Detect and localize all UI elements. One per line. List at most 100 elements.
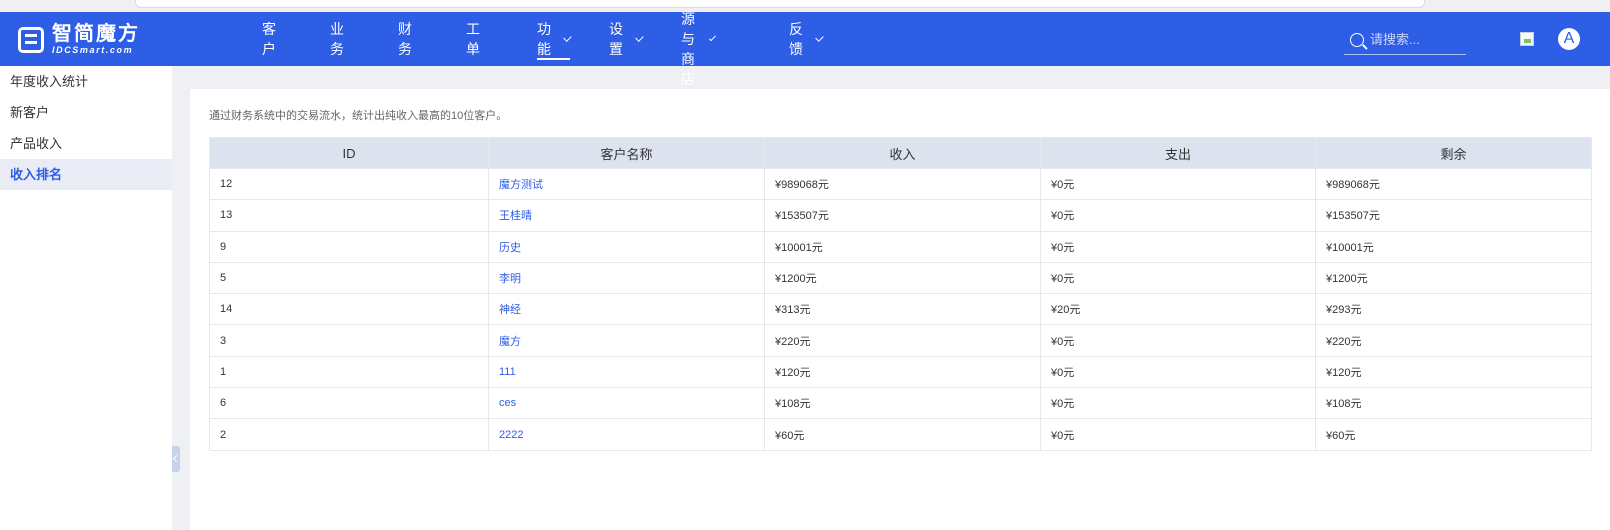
customer-link[interactable]: 2222 [499, 429, 523, 441]
cell-expense: ¥0元 [1040, 230, 1316, 263]
address-bar [135, 0, 1425, 8]
cell-income: ¥989068元 [764, 167, 1041, 201]
cell-id: 12 [209, 167, 489, 201]
nav-item-label: 功能 [537, 21, 551, 57]
sidebar-collapse-toggle[interactable] [172, 446, 180, 472]
customer-link[interactable]: 历史 [499, 242, 521, 254]
table-row: 5 李明 ¥1200元 ¥0元 ¥1200元 [209, 261, 1592, 295]
nav-item-label: 工单 [466, 21, 480, 57]
cell-remain: ¥220元 [1315, 324, 1592, 357]
table-row: 6 ces ¥108元 ¥0元 ¥108元 [209, 387, 1592, 420]
cell-name: ces [488, 387, 765, 420]
cell-income: ¥1200元 [764, 261, 1041, 295]
nav-item-3[interactable]: 工单 [466, 12, 480, 66]
cell-income: ¥120元 [764, 355, 1041, 389]
sidebar: 年度收入统计 新客户 产品收入 收入排名 [0, 66, 172, 530]
cell-expense: ¥0元 [1040, 387, 1316, 420]
cell-name: 魔方测试 [488, 167, 765, 201]
cell-id: 5 [209, 261, 489, 295]
cell-id: 9 [209, 230, 489, 263]
column-header: ID [209, 137, 489, 169]
cell-expense: ¥0元 [1040, 324, 1316, 357]
table-row: 9 历史 ¥10001元 ¥0元 ¥10001元 [209, 230, 1592, 263]
nav-item-1[interactable]: 业务 [330, 12, 344, 66]
customer-link[interactable]: 李明 [499, 273, 521, 285]
chevron-down-icon [563, 32, 572, 42]
nav-item-2[interactable]: 财务 [398, 12, 412, 66]
table-row: 3 魔方 ¥220元 ¥0元 ¥220元 [209, 324, 1592, 357]
cell-remain: ¥153507元 [1315, 199, 1592, 232]
logo[interactable]: 智简魔方 IDCSmart.com [18, 24, 140, 55]
search-icon[interactable] [1350, 32, 1364, 47]
cell-remain: ¥10001元 [1315, 230, 1592, 263]
cell-income: ¥108元 [764, 387, 1041, 420]
page-description: 通过财务系统中的交易流水，统计出纯收入最高的10位客户。 [209, 110, 508, 122]
cell-id: 6 [209, 387, 489, 420]
cell-income: ¥10001元 [764, 230, 1041, 263]
nav-item-4[interactable]: 功能 [537, 12, 572, 66]
cell-id: 14 [209, 293, 489, 326]
nav-item-7[interactable]: 反馈 [789, 12, 824, 66]
table-row: 2 2222 ¥60元 ¥0元 ¥60元 [209, 418, 1592, 451]
column-header: 剩余 [1315, 137, 1592, 169]
logo-title: 智简魔方 [52, 23, 140, 45]
cell-expense: ¥0元 [1040, 261, 1316, 295]
column-header: 支出 [1040, 137, 1316, 169]
cell-id: 13 [209, 199, 489, 232]
broken-image-icon[interactable] [1520, 32, 1534, 46]
cell-name: 2222 [488, 418, 765, 451]
nav-item-0[interactable]: 客户 [262, 12, 276, 66]
cell-name: 111 [488, 355, 765, 389]
top-header: 智简魔方 IDCSmart.com 客户 业务 财务 工单 功能 设置 资源与商店 反馈 A [0, 0, 1610, 87]
cell-name: 历史 [488, 230, 765, 263]
cell-name: 神经 [488, 293, 765, 326]
cell-remain: ¥108元 [1315, 387, 1592, 420]
table-header-row: ID 客户名称 收入 支出 剩余 [209, 137, 1592, 169]
sidebar-item-0[interactable]: 年度收入统计 [0, 66, 172, 97]
chevron-down-icon [709, 33, 717, 41]
cell-name: 李明 [488, 261, 765, 295]
cell-income: ¥60元 [764, 418, 1041, 451]
nav-item-label: 业务 [330, 21, 344, 57]
cell-income: ¥313元 [764, 293, 1041, 326]
nav-item-label: 客户 [262, 21, 276, 57]
cell-expense: ¥0元 [1040, 355, 1316, 389]
cell-income: ¥220元 [764, 324, 1041, 357]
column-header: 收入 [764, 137, 1041, 169]
sidebar-item-1[interactable]: 新客户 [0, 97, 172, 128]
avatar[interactable]: A [1558, 28, 1580, 50]
cell-remain: ¥120元 [1315, 355, 1592, 389]
cell-id: 3 [209, 324, 489, 357]
browser-strip [0, 0, 1610, 12]
cell-income: ¥153507元 [764, 199, 1041, 232]
cell-id: 1 [209, 355, 489, 389]
customer-link[interactable]: 王桂晴 [499, 210, 532, 222]
search-input[interactable] [1370, 32, 1460, 47]
customer-link[interactable]: 神经 [499, 304, 521, 316]
nav-item-5[interactable]: 设置 [609, 12, 644, 66]
table-row: 13 王桂晴 ¥153507元 ¥0元 ¥153507元 [209, 199, 1592, 232]
cell-remain: ¥989068元 [1315, 167, 1592, 201]
table-row: 1 111 ¥120元 ¥0元 ¥120元 [209, 355, 1592, 389]
cell-name: 魔方 [488, 324, 765, 357]
table-row: 12 魔方测试 ¥989068元 ¥0元 ¥989068元 [209, 167, 1592, 201]
search-box[interactable] [1344, 25, 1466, 55]
sidebar-item-2[interactable]: 产品收入 [0, 128, 172, 159]
cell-expense: ¥0元 [1040, 199, 1316, 232]
sidebar-item-3[interactable]: 收入排名 [0, 159, 172, 190]
cell-expense: ¥0元 [1040, 167, 1316, 201]
cell-name: 王桂晴 [488, 199, 765, 232]
cell-remain: ¥1200元 [1315, 261, 1592, 295]
chevron-down-icon [815, 32, 824, 42]
cell-expense: ¥0元 [1040, 418, 1316, 451]
nav-item-label: 设置 [609, 21, 623, 57]
customer-link[interactable]: ces [499, 397, 516, 409]
content-card: 通过财务系统中的交易流水，统计出纯收入最高的10位客户。 ID 客户名称 收入 支出剩… [190, 89, 1610, 530]
customer-link[interactable]: 魔方测试 [499, 179, 543, 191]
chevron-down-icon [635, 32, 644, 42]
column-header: 客户名称 [488, 137, 765, 169]
customer-link[interactable]: 111 [499, 366, 516, 378]
nav-item-6[interactable]: 资源与商店 [681, 0, 717, 87]
customer-link[interactable]: 魔方 [499, 336, 521, 348]
cell-expense: ¥20元 [1040, 293, 1316, 326]
